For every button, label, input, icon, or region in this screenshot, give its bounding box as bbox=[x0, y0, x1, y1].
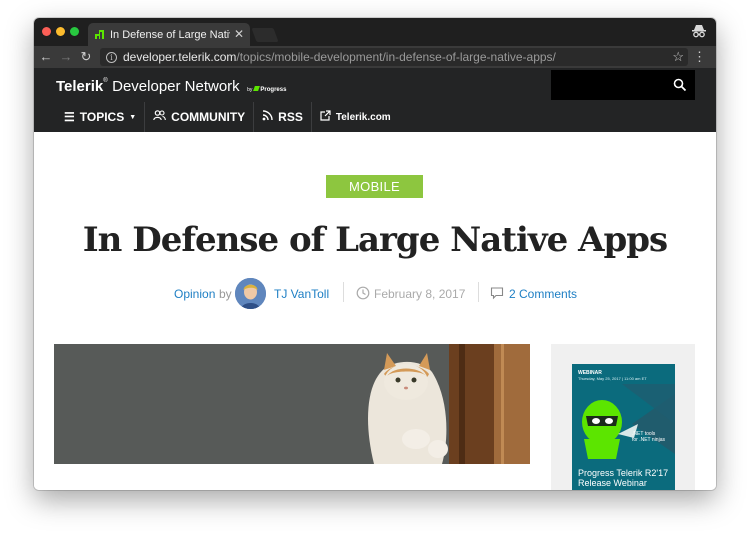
menu-icon[interactable]: ⋮ bbox=[693, 49, 706, 65]
site-logo[interactable]: Telerik® Developer Network by Progress bbox=[56, 78, 286, 96]
tab-title: In Defense of Large Native Apps bbox=[110, 28, 230, 41]
search-icon[interactable] bbox=[673, 78, 687, 92]
ad-tagline: .NET tools for .NET ninjas bbox=[632, 431, 665, 443]
tab-active[interactable]: In Defense of Large Native Apps ✕ bbox=[88, 23, 250, 46]
ad-date: Thursday, May 25, 2017 | 11:00 am ET bbox=[578, 376, 647, 381]
community-icon bbox=[153, 110, 167, 124]
byline: Opinion by TJ VanToll February 8, 2017 2… bbox=[34, 278, 716, 312]
nav-rss-label: RSS bbox=[278, 110, 303, 124]
hero-image bbox=[54, 344, 530, 464]
webinar-ad[interactable]: WEBINAR Thursday, May 25, 2017 | 11:00 a… bbox=[572, 364, 675, 490]
main-nav: ☰ TOPICS ▼ COMMUNITY RSS Telerik.com bbox=[56, 102, 399, 132]
nav-topics[interactable]: ☰ TOPICS ▼ bbox=[56, 102, 144, 132]
chevron-down-icon: ▼ bbox=[129, 113, 137, 121]
brand-by: by bbox=[247, 87, 253, 93]
browser-toolbar: ← → ↻ i developer.telerik.com/topics/mob… bbox=[34, 46, 716, 68]
brand-developer-network: Developer Network bbox=[112, 78, 240, 95]
new-tab-button[interactable] bbox=[251, 28, 279, 42]
author-avatar[interactable] bbox=[235, 278, 266, 309]
close-window-button[interactable] bbox=[42, 27, 51, 36]
back-arrow-icon[interactable]: ← bbox=[38, 49, 54, 65]
comments-link[interactable]: 2 Comments bbox=[509, 287, 577, 301]
publish-date: February 8, 2017 bbox=[374, 287, 466, 301]
nav-telerik-link[interactable]: Telerik.com bbox=[312, 102, 399, 132]
nav-rss[interactable]: RSS bbox=[254, 102, 311, 132]
url-path: /topics/mobile-development/in-defense-of… bbox=[236, 50, 556, 64]
nav-topics-label: TOPICS bbox=[79, 110, 125, 124]
rss-icon bbox=[262, 110, 273, 124]
brand-telerik: Telerik bbox=[56, 78, 104, 95]
maximize-window-button[interactable] bbox=[70, 27, 79, 36]
brand-trademark: ® bbox=[103, 78, 108, 84]
comment-icon bbox=[490, 286, 504, 300]
sidebar: WEBINAR Thursday, May 25, 2017 | 11:00 a… bbox=[551, 344, 695, 490]
site-search-box[interactable] bbox=[551, 70, 695, 100]
category-badge[interactable]: MOBILE bbox=[326, 175, 423, 198]
minimize-window-button[interactable] bbox=[56, 27, 65, 36]
url-host: developer.telerik.com bbox=[123, 50, 237, 64]
ad-title: Progress Telerik R2'17 Release Webinar bbox=[578, 468, 669, 488]
byline-divider bbox=[343, 282, 344, 302]
nav-community[interactable]: COMMUNITY bbox=[145, 102, 253, 132]
article-title: In Defense of Large Native Apps bbox=[82, 220, 668, 260]
incognito-icon bbox=[691, 24, 707, 38]
nav-telerik-label: Telerik.com bbox=[335, 111, 391, 123]
info-icon[interactable]: i bbox=[106, 51, 117, 63]
nav-community-label: COMMUNITY bbox=[171, 110, 246, 124]
close-icon[interactable]: ✕ bbox=[234, 28, 244, 40]
tab-strip: In Defense of Large Native Apps ✕ bbox=[34, 18, 716, 46]
address-bar[interactable]: i developer.telerik.com/topics/mobile-de… bbox=[100, 48, 688, 66]
author-name-link[interactable]: TJ VanToll bbox=[274, 287, 329, 301]
browser-window: In Defense of Large Native Apps ✕ ← → ↻ … bbox=[34, 18, 716, 490]
site-header: Telerik® Developer Network by Progress ☰ … bbox=[34, 68, 716, 132]
star-icon[interactable]: ☆ bbox=[672, 48, 684, 66]
byline-category-link[interactable]: Opinion bbox=[174, 287, 215, 301]
byline-divider bbox=[478, 282, 479, 302]
clock-icon bbox=[356, 286, 370, 300]
forward-arrow-icon[interactable]: → bbox=[58, 49, 74, 65]
reload-icon[interactable]: ↻ bbox=[78, 49, 94, 65]
brand-progress: Progress bbox=[260, 87, 287, 93]
telerik-favicon-icon bbox=[94, 29, 105, 40]
external-link-icon bbox=[320, 110, 331, 124]
byline-by: by bbox=[219, 287, 232, 301]
screenshot-stage: In Defense of Large Native Apps ✕ ← → ↻ … bbox=[0, 0, 750, 543]
article: MOBILE In Defense of Large Native Apps O… bbox=[34, 132, 716, 490]
ad-tagline-line2: for .NET ninjas bbox=[632, 437, 665, 443]
hamburger-icon: ☰ bbox=[64, 110, 75, 124]
